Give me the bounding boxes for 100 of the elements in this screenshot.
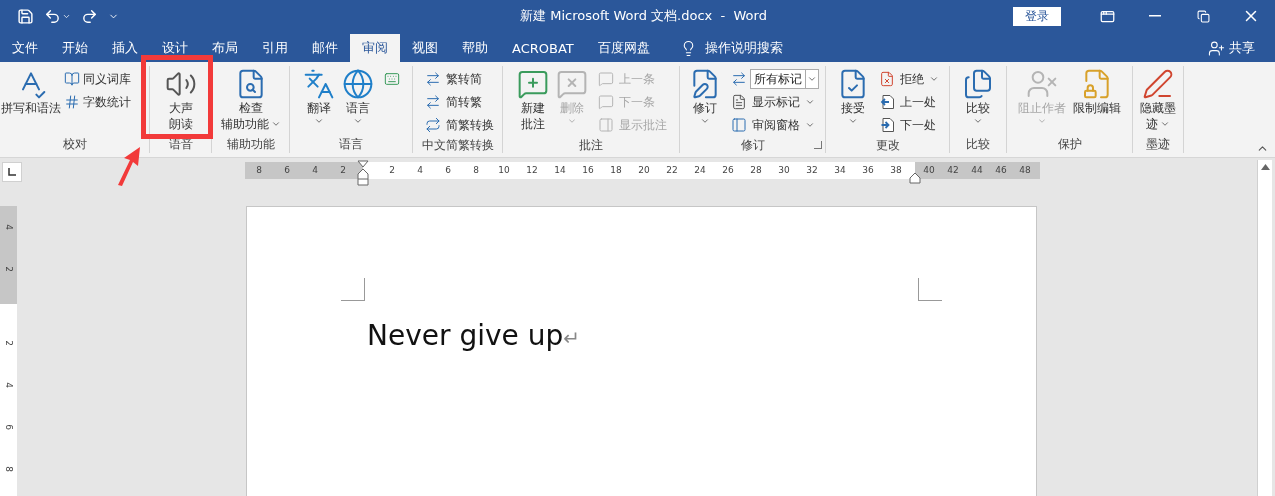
ribbon-button[interactable]: 翻译 xyxy=(300,66,338,126)
ribbon-button[interactable]: 检查 辅助功能 xyxy=(217,66,284,132)
ribbon-tab[interactable]: 设计 xyxy=(150,34,200,62)
ruler-number: 4 xyxy=(2,381,15,390)
ruler-number: 26 xyxy=(721,164,735,177)
ribbon-tab[interactable]: 审阅 xyxy=(350,34,400,62)
group-label: 中文简繁转换 xyxy=(421,137,494,154)
ruler-number: 4 xyxy=(311,164,319,177)
ribbon-tab[interactable]: 布局 xyxy=(200,34,250,62)
ribbon-button[interactable]: 接受 xyxy=(834,66,872,126)
user-plus-icon xyxy=(1208,39,1225,57)
ribbon-button[interactable]: 拒绝 xyxy=(877,68,941,90)
ruler-number: 2 xyxy=(2,339,15,348)
ribbon-button[interactable]: 简转繁 xyxy=(423,91,496,113)
ribbon-tab[interactable]: 插入 xyxy=(100,34,150,62)
comment-icon xyxy=(597,71,614,87)
ribbon-button[interactable]: 简繁转换 xyxy=(423,114,496,136)
ribbon-button[interactable]: 上一处 xyxy=(877,91,941,113)
share-button[interactable]: 共享 xyxy=(1202,34,1261,62)
group-label: 保护 xyxy=(1057,136,1082,153)
ruler-number: 4 xyxy=(416,164,424,177)
ribbon-tab[interactable]: 引用 xyxy=(250,34,300,62)
scroll-up-icon[interactable] xyxy=(1260,164,1270,170)
ruler-number: 40 xyxy=(922,164,936,177)
group-label: 辅助功能 xyxy=(226,136,275,153)
comment-icon xyxy=(597,94,614,110)
group-label: 批注 xyxy=(579,137,603,154)
save-icon xyxy=(17,7,34,25)
globe-icon xyxy=(342,68,374,100)
indent-marker[interactable] xyxy=(357,160,369,186)
window-icon xyxy=(1099,8,1115,24)
ruler-number: 6 xyxy=(444,164,452,177)
pen-icon xyxy=(1142,68,1174,100)
ribbon-button[interactable]: 同义词库 xyxy=(62,68,133,90)
ribbon-tab[interactable]: 帮助 xyxy=(450,34,500,62)
convert-icon xyxy=(425,117,441,133)
ruler-number: 6 xyxy=(283,164,291,177)
ruler-number: 14 xyxy=(553,164,567,177)
ruler-number: 2 xyxy=(2,265,15,274)
convert-icon xyxy=(425,71,441,87)
window-title: 新建 Microsoft Word 文档.docx - Word xyxy=(519,7,768,25)
ribbon-button[interactable]: 审阅窗格 xyxy=(729,114,819,136)
crop-mark xyxy=(918,278,942,301)
ruler-number: 20 xyxy=(637,164,651,177)
translate-icon xyxy=(303,68,335,100)
document-x-icon xyxy=(879,71,895,87)
group-label: 修订 xyxy=(740,137,765,154)
paragraph-mark: ↵ xyxy=(563,326,580,350)
ruler-number: 2 xyxy=(388,164,396,177)
redo-icon xyxy=(81,7,98,25)
ribbon-button[interactable]: 拼写和语法 xyxy=(0,66,62,116)
group-label: 墨迹 xyxy=(1146,136,1170,153)
group-label: 更改 xyxy=(875,137,900,154)
ruler-number: 8 xyxy=(2,465,15,474)
ruler-number: 4 xyxy=(2,223,15,232)
tab-stop-icon xyxy=(8,168,16,176)
document-arrow-left-icon xyxy=(879,94,895,110)
keyboard-icon xyxy=(384,71,400,87)
ribbon-tab[interactable]: 邮件 xyxy=(300,34,350,62)
ribbon-button[interactable]: 字数统计 xyxy=(62,91,133,113)
comment-plus-icon xyxy=(516,68,549,100)
vertical-scrollbar[interactable] xyxy=(1257,160,1272,496)
ribbon-tab[interactable]: 百度网盘 xyxy=(585,34,662,62)
ribbon-button[interactable]: 比较 xyxy=(959,66,997,126)
ribbon-button[interactable]: 大声 朗读 xyxy=(161,66,200,132)
indent-marker[interactable] xyxy=(909,172,921,184)
markup-dropdown[interactable]: 所有标记 xyxy=(750,69,819,89)
ribbon-tab[interactable]: ACROBAT xyxy=(500,34,586,62)
ribbon-button[interactable]: 新建 批注 xyxy=(513,66,552,132)
comment-delete-icon xyxy=(555,68,588,100)
group-label: 语言 xyxy=(339,136,363,153)
ribbon-tab[interactable]: 文件 xyxy=(0,34,50,62)
sign-in-button[interactable]: 登录 xyxy=(1013,6,1061,26)
tell-me-search[interactable]: 操作说明搜索 xyxy=(673,34,789,62)
ribbon-button[interactable]: 繁转简 xyxy=(423,68,496,90)
tab-stop-button[interactable] xyxy=(2,162,22,182)
ribbon-button[interactable]: 修订 xyxy=(686,66,724,126)
document-text: Never give up xyxy=(367,319,564,352)
ruler-number: 8 xyxy=(255,164,263,177)
ribbon-button[interactable]: 显示标记 xyxy=(729,91,819,113)
group-label: 校对 xyxy=(62,136,87,153)
document-icon xyxy=(731,94,747,110)
ruler-number: 32 xyxy=(805,164,819,177)
panel-icon xyxy=(731,117,747,133)
compare-icon xyxy=(731,71,747,87)
ribbon-button[interactable]: 语言 xyxy=(339,66,377,126)
restore-icon xyxy=(1196,9,1210,23)
ribbon-button[interactable]: 隐藏墨 迹 xyxy=(1137,66,1179,132)
ribbon-button[interactable]: 限制编辑 xyxy=(1070,66,1124,116)
ribbon-tab[interactable]: 视图 xyxy=(400,34,450,62)
ribbon-tab[interactable]: 开始 xyxy=(50,34,100,62)
ribbon-button[interactable]: 下一处 xyxy=(877,114,941,136)
user-blocked-icon xyxy=(1026,68,1058,100)
count-icon xyxy=(64,94,80,110)
dialog-launcher[interactable] xyxy=(814,141,822,149)
ruler-number: 48 xyxy=(1018,164,1032,177)
pointer-arrow xyxy=(116,146,142,186)
ruler-number: 10 xyxy=(497,164,511,177)
group-label: 语音 xyxy=(168,136,193,153)
crop-mark xyxy=(341,278,365,301)
